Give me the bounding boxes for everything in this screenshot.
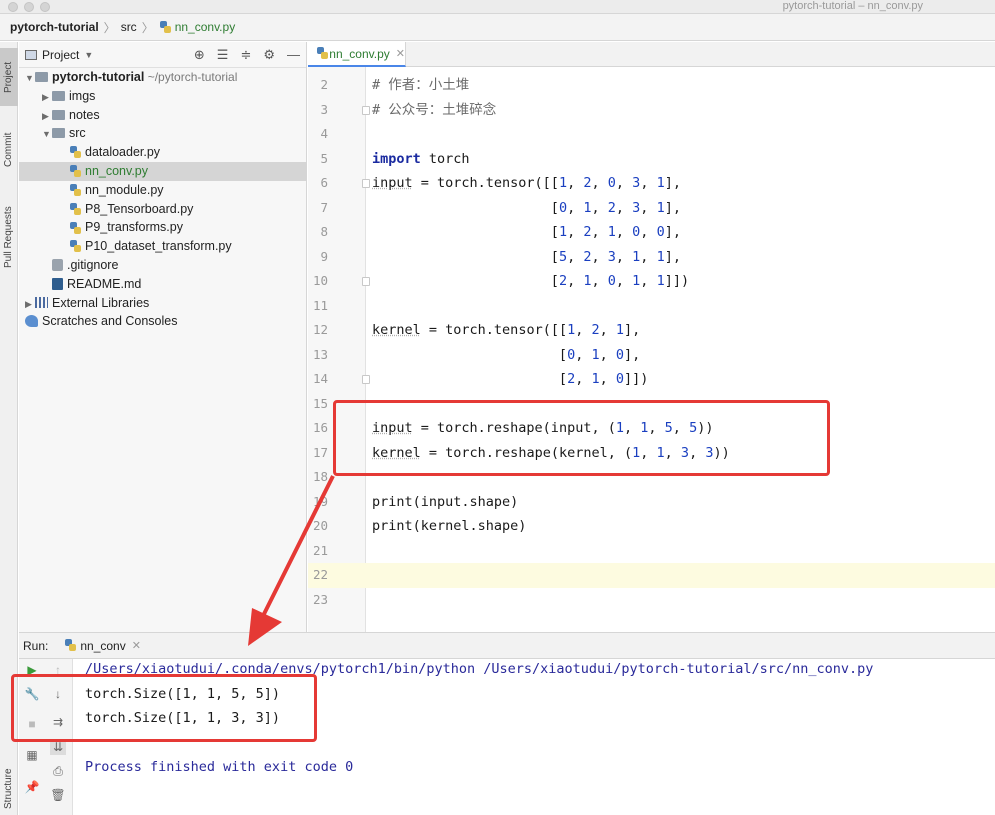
- arrow-shaft: [260, 475, 335, 619]
- annotation-arrow: [248, 475, 335, 646]
